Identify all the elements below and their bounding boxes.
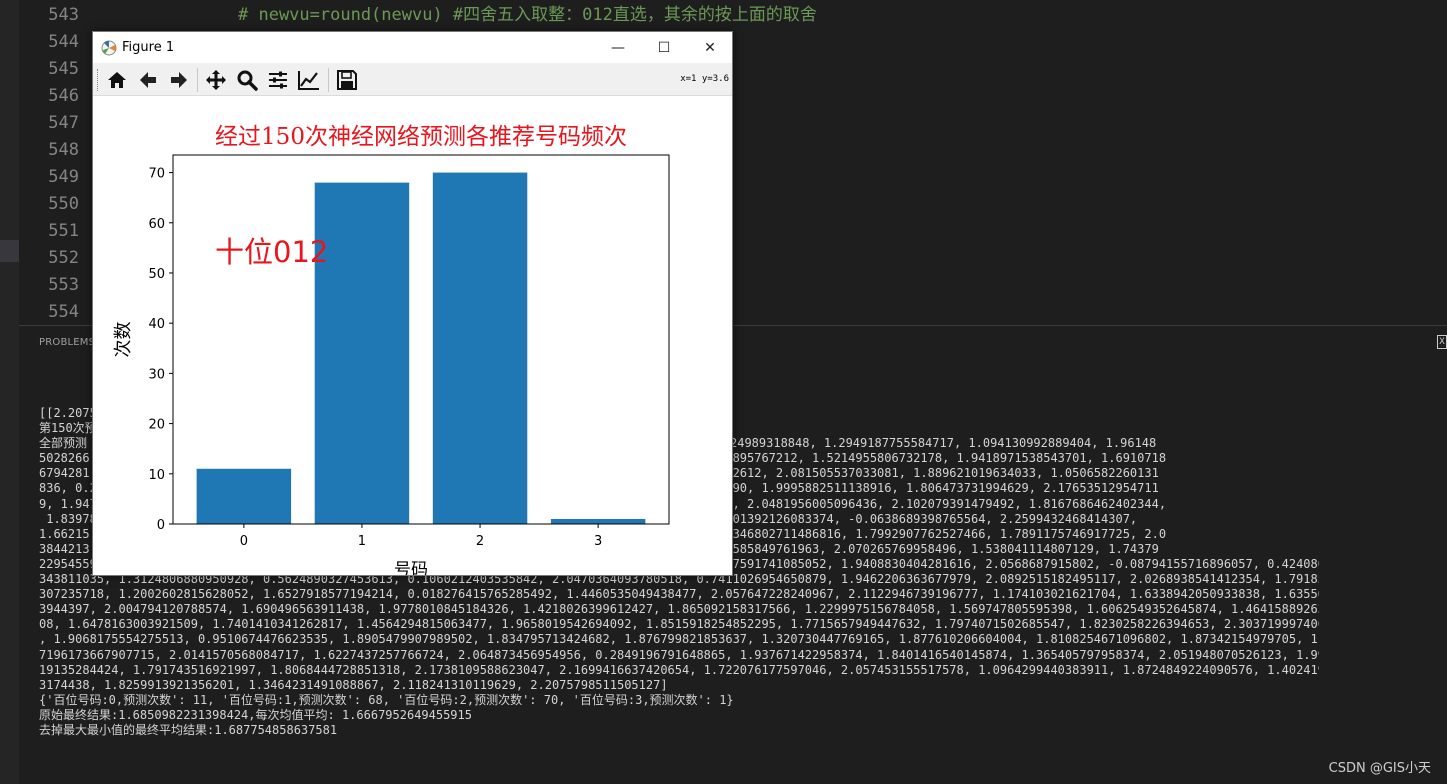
line-number: 550 xyxy=(48,194,79,214)
zoom-icon xyxy=(237,70,258,91)
forward-arrow-icon xyxy=(171,72,187,88)
chart-title: 经过150次神经网络预测各推荐号码频次 xyxy=(215,124,627,150)
y-tick-label: 10 xyxy=(148,468,165,483)
y-tick-label: 20 xyxy=(148,418,165,433)
line-number: 547 xyxy=(48,113,79,133)
bar-1 xyxy=(314,182,410,524)
back-arrow-icon xyxy=(140,72,156,88)
cursor-coordinate-readout: x=1 y=3.6 xyxy=(680,74,729,84)
configure-subplots-button[interactable] xyxy=(264,66,292,94)
x-axis-label: 号码 xyxy=(394,560,428,575)
chart-annotation: 十位012 xyxy=(215,235,328,269)
tab-problems[interactable]: PROBLEMS xyxy=(39,337,95,348)
bar-chart[interactable]: 经过150次神经网络预测各推荐号码频次 0 10 20 30 40 50 60 70 0 1 2 3 号码… xyxy=(93,96,732,580)
terminal-line: 19135284424, 1.791743516921997, 1.806844… xyxy=(39,662,1319,677)
home-icon xyxy=(108,72,126,88)
y-axis-label: 次数 xyxy=(113,322,134,358)
plot-frame xyxy=(172,154,670,525)
line-number: 554 xyxy=(48,302,79,322)
save-button[interactable] xyxy=(333,66,361,94)
minimize-button[interactable]: — xyxy=(595,32,641,63)
watermark: CSDN @GIS小天 xyxy=(1328,761,1431,776)
toolbar-separator xyxy=(328,68,329,92)
forward-button[interactable] xyxy=(165,66,193,94)
edit-axis-button[interactable] xyxy=(295,66,323,94)
configure-subplots-icon xyxy=(269,71,287,89)
terminal-line: 3174438, 1.8259913921356201, 1.346423149… xyxy=(39,677,668,692)
toolbar-grip xyxy=(97,69,99,91)
terminal-line: 307235718, 1.2002602815628052, 1.6527918… xyxy=(39,587,1319,602)
terminal-line: , 1.9068175554275513, 0.9510674476623535… xyxy=(39,632,1319,647)
x-tick-label: 0 xyxy=(240,534,248,549)
panel-close-icon[interactable]: X xyxy=(1437,335,1447,349)
matplotlib-app-icon xyxy=(101,40,117,56)
terminal-line: {'百位号码:0,预测次数': 11, '百位号码:1,预测次数': 68, '… xyxy=(39,692,734,707)
window-title: Figure 1 xyxy=(122,40,175,55)
pan-icon xyxy=(206,70,226,90)
line-number: 545 xyxy=(48,59,79,79)
terminal-line: 3944397, 2.004794120788574, 1.6904965639… xyxy=(39,602,1319,617)
line-number: 553 xyxy=(48,275,79,295)
line-number: 548 xyxy=(48,140,79,160)
window-titlebar[interactable]: Figure 1 — ☐ ✕ xyxy=(93,32,732,63)
code-line-comment[interactable]: # newvu=round(newvu) #四舍五入取整：012直选，其余的按上… xyxy=(238,2,817,29)
line-number: 552 xyxy=(48,248,79,268)
y-tick-label: 60 xyxy=(148,217,165,232)
y-tick-label: 70 xyxy=(148,167,165,182)
y-tick-label: 50 xyxy=(148,267,165,282)
terminal-line: 7196173667907715, 2.0141570568084717, 1.… xyxy=(39,647,1319,662)
line-number: 551 xyxy=(48,221,79,241)
bar-3 xyxy=(550,518,646,524)
maximize-button[interactable]: ☐ xyxy=(641,32,687,63)
zoom-button[interactable] xyxy=(233,66,261,94)
figure-window[interactable]: Figure 1 — ☐ ✕ x=1 y=3.6 经过150次神经网络预测各推荐… xyxy=(92,31,733,580)
y-tick-label: 40 xyxy=(148,317,165,332)
bar-2 xyxy=(432,172,528,525)
bar-0 xyxy=(196,468,292,524)
y-tick-label: 30 xyxy=(148,367,165,382)
line-number: 544 xyxy=(48,32,79,52)
navigation-toolbar: x=1 y=3.6 xyxy=(93,63,732,96)
figure-canvas[interactable]: 经过150次神经网络预测各推荐号码频次 0 10 20 30 40 50 60 70 0 1 2 3 号码… xyxy=(93,96,732,580)
line-number: 549 xyxy=(48,167,79,187)
terminal-line: 去掉最大最小值的最终平均结果:1.687754858637581 xyxy=(39,722,338,737)
close-button[interactable]: ✕ xyxy=(687,32,733,63)
back-button[interactable] xyxy=(134,66,162,94)
toolbar-separator xyxy=(197,68,198,92)
line-number: 543 xyxy=(48,5,79,25)
edit-axis-icon xyxy=(298,71,319,90)
home-button[interactable] xyxy=(103,66,131,94)
save-icon xyxy=(337,70,357,90)
terminal-line: 08, 1.6478163003921509, 1.74014103412628… xyxy=(39,617,1319,632)
x-tick-label: 2 xyxy=(476,534,484,549)
terminal-line: 原始最终结果:1.6850982231398424,每次均值平均: 1.6667… xyxy=(39,707,472,722)
activity-bar-active-marker xyxy=(0,240,19,262)
x-tick-label: 1 xyxy=(358,534,366,549)
activity-bar xyxy=(0,0,19,784)
pan-button[interactable] xyxy=(202,66,230,94)
line-number: 546 xyxy=(48,86,79,106)
y-tick-label: 0 xyxy=(157,518,165,533)
x-tick-label: 3 xyxy=(594,534,602,549)
